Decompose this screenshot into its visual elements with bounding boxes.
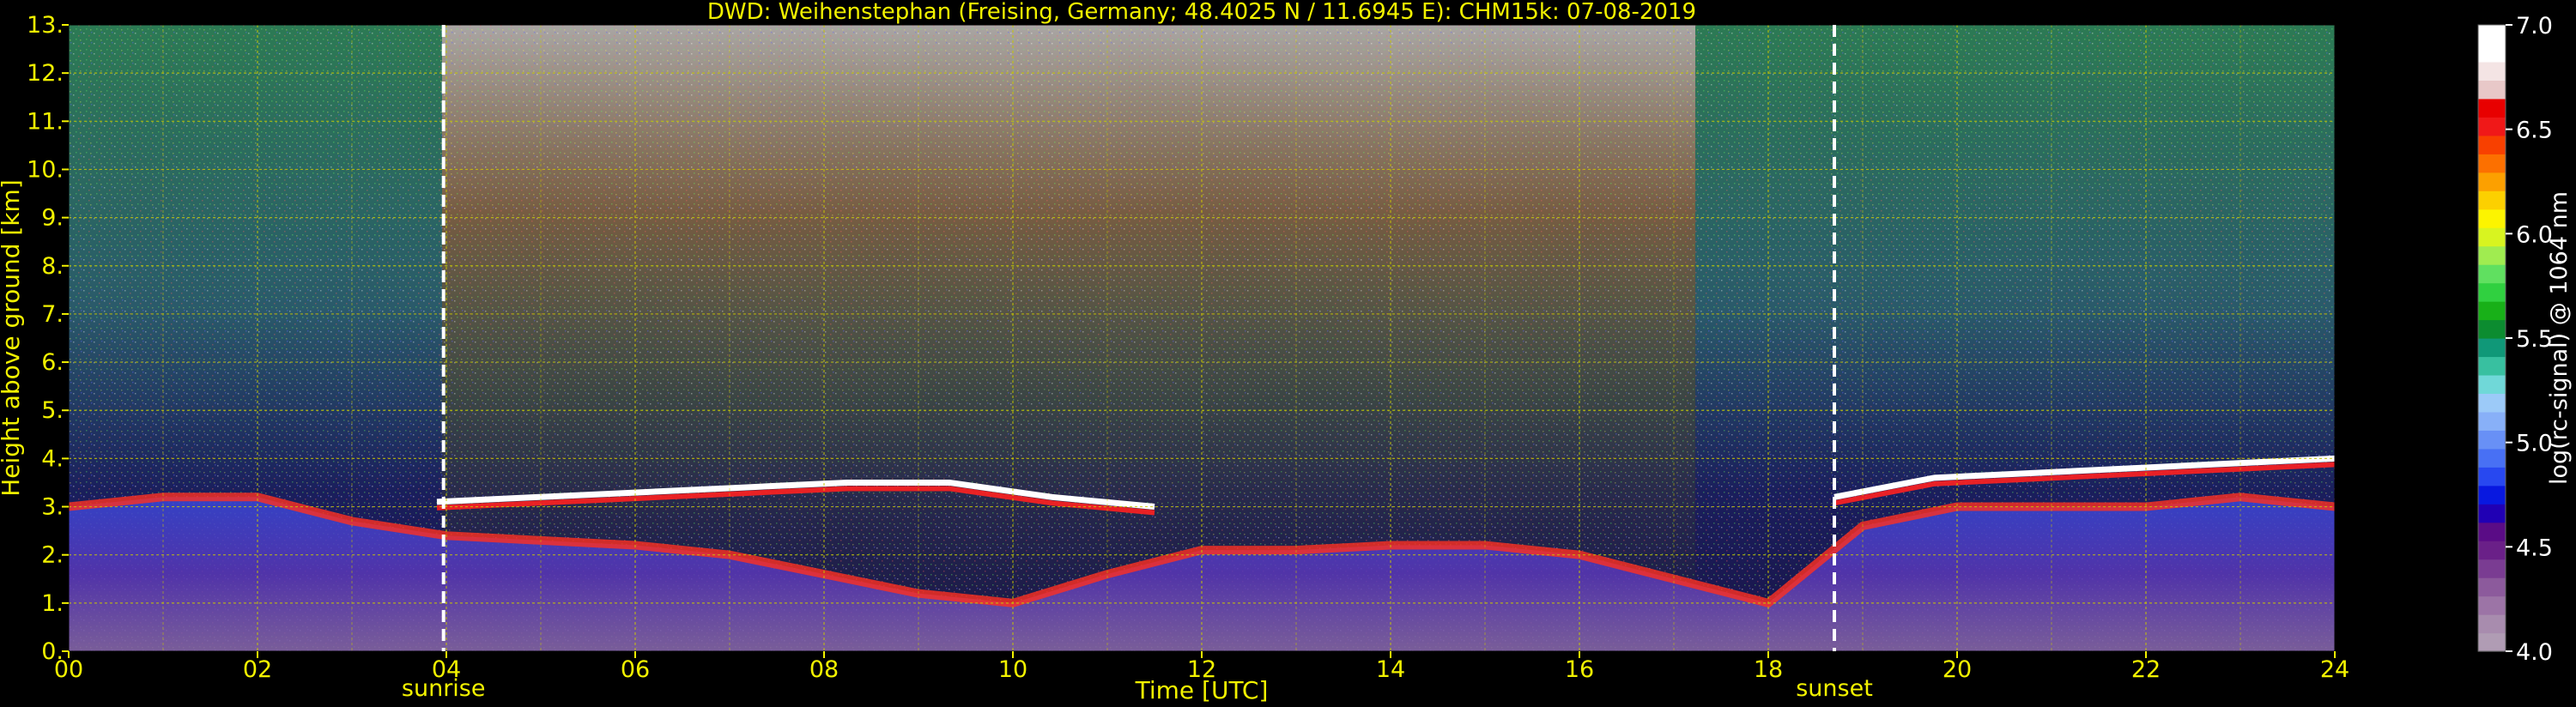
- x-tick-label: 14: [1376, 656, 1405, 683]
- x-tick-label: 18: [1754, 656, 1783, 683]
- colorbar-tick-label: 4.0: [2516, 639, 2553, 666]
- colorbar-cell: [2478, 632, 2506, 652]
- ceilometer-chart: sunrise sunset 00 02 04 06 08 10 12 14 16 18 20 22 24…: [0, 0, 2573, 704]
- y-tick-label: 1.: [41, 590, 64, 617]
- y-tick-label: 10.: [27, 156, 64, 183]
- y-tick-label: 2.: [41, 542, 64, 569]
- colorbar-cell: [2478, 541, 2506, 560]
- colorbar-cell: [2478, 25, 2506, 45]
- colorbar-cell: [2478, 467, 2506, 486]
- colorbar-cell: [2478, 301, 2506, 321]
- y-tick-label: 6.: [41, 349, 64, 376]
- colorbar-cell: [2478, 80, 2506, 100]
- x-axis-label: Time [UTC]: [1135, 676, 1269, 704]
- y-tick-label: 3.: [41, 494, 64, 521]
- colorbar-cell: [2478, 117, 2506, 136]
- colorbar-tick-label: 7.0: [2516, 13, 2553, 39]
- colorbar-cell: [2478, 485, 2506, 505]
- y-tick-label: 9.: [41, 205, 64, 232]
- colorbar-cell: [2478, 264, 2506, 284]
- x-tick-label: 04: [432, 656, 461, 683]
- y-tick-label: 13.: [27, 12, 64, 39]
- chart-title: DWD: Weihenstephan (Freising, Germany; 4…: [707, 0, 1696, 25]
- x-tick-label: 06: [621, 656, 650, 683]
- colorbar: 4.04.55.05.56.06.57.0 log(rc-signal) @ 1…: [2477, 13, 2573, 666]
- y-tick-label: 0.: [41, 638, 64, 665]
- colorbar-label: log(rc-signal) @ 1064 nm: [2546, 191, 2573, 485]
- colorbar-cell: [2478, 411, 2506, 431]
- y-tick-label: 7.: [41, 301, 64, 328]
- colorbar-cell: [2478, 61, 2506, 82]
- colorbar-tick-label: 6.5: [2516, 118, 2553, 144]
- colorbar-cell: [2478, 356, 2506, 376]
- colorbar-cell: [2478, 208, 2506, 228]
- y-axis-label: Height above ground [km]: [0, 179, 25, 497]
- colorbar-cell: [2478, 43, 2506, 63]
- y-tick-label: 11.: [27, 108, 64, 135]
- y-tick-label: 4.: [41, 445, 64, 472]
- colorbar-cell: [2478, 504, 2506, 523]
- colorbar-cell: [2478, 282, 2506, 302]
- y-tick-label: 12.: [27, 60, 64, 87]
- x-tick-label: 24: [2320, 656, 2349, 683]
- colorbar-cell: [2478, 319, 2506, 339]
- x-tick-label: 02: [243, 656, 272, 683]
- colorbar-cell: [2478, 393, 2506, 413]
- colorbar-cell: [2478, 227, 2506, 247]
- colorbar-cell: [2478, 172, 2506, 191]
- sunset-label: sunset: [1796, 675, 1873, 702]
- x-tick-label: 10: [998, 656, 1027, 683]
- x-tick-label: 22: [2131, 656, 2161, 683]
- colorbar-cell: [2478, 190, 2506, 210]
- colorbar-cell: [2478, 154, 2506, 173]
- x-tick-label: 16: [1565, 656, 1594, 683]
- y-axis-ticks: 0. 1. 2. 3. 4. 5. 6. 7. 8. 9. 10. 11. 12. 13.: [27, 12, 69, 665]
- colorbar-cell: [2478, 559, 2506, 578]
- colorbar-cell: [2478, 595, 2506, 615]
- colorbar-cell: [2478, 577, 2506, 597]
- colorbar-cell: [2478, 374, 2506, 395]
- y-tick-label: 5.: [41, 397, 64, 424]
- x-tick-label: 08: [809, 656, 839, 683]
- colorbar-cell: [2478, 135, 2506, 154]
- colorbar-cell: [2478, 98, 2506, 118]
- colorbar-cell: [2478, 522, 2506, 541]
- colorbar-cell: [2478, 338, 2506, 358]
- colorbar-cell: [2478, 448, 2506, 468]
- x-tick-label: 20: [1943, 656, 1972, 683]
- colorbar-cell: [2478, 614, 2506, 634]
- colorbar-cell: [2478, 430, 2506, 450]
- colorbar-tick-label: 4.5: [2516, 535, 2553, 561]
- colorbar-cell: [2478, 245, 2506, 265]
- y-tick-label: 8.: [41, 253, 64, 280]
